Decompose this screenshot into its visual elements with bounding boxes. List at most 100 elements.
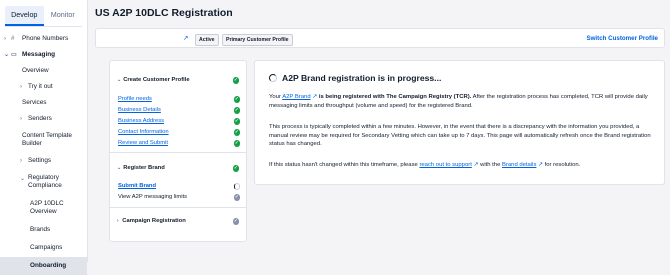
page-title: US A2P 10DLC Registration [95, 7, 233, 19]
section-header[interactable]: ⌄ Register Brand ✓ [117, 165, 239, 172]
check-circle-icon: ✓ [233, 107, 240, 114]
sidebar-item-label: Regulatory Compliance [28, 174, 62, 189]
paragraph-text: with the [480, 162, 501, 168]
step-item[interactable]: Profile needs ✓ [118, 96, 240, 103]
sidebar-item-messaging[interactable]: ⌄ ▭ Messaging [0, 47, 87, 63]
step-link[interactable]: Submit Brand [118, 183, 156, 189]
status-paragraph-2: This process is typically completed with… [269, 123, 659, 149]
status-badge: Active [195, 34, 219, 46]
tab-develop[interactable]: Develop [5, 6, 44, 26]
paragraph-text: Your [269, 94, 281, 100]
step-item[interactable]: Submit Brand [118, 183, 240, 190]
sidebar-item-label: Brands [30, 226, 51, 233]
sidebar-item-label: Onboarding [30, 262, 67, 269]
section-title: Create Customer Profile [123, 77, 190, 83]
check-circle-icon: ✓ [233, 118, 240, 125]
step-item[interactable]: Contact Information ✓ [118, 129, 240, 136]
external-link-icon[interactable]: ↗ [536, 162, 543, 168]
chat-icon: ▭ [11, 52, 17, 58]
status-paragraph-1: Your A2P Brand ↗ is being registered wit… [269, 93, 659, 110]
sidebar-item-settings[interactable]: › Settings [0, 153, 87, 169]
chevron-right-icon: › [4, 36, 6, 42]
chevron-down-icon: ⌄ [20, 176, 26, 182]
chevron-right-icon: › [117, 218, 119, 224]
chevron-right-icon: › [20, 158, 22, 164]
sidebar-item-senders[interactable]: › Senders [0, 111, 87, 127]
check-circle-icon: ✓ [232, 77, 239, 84]
sidebar-item-label: Campaigns [30, 244, 63, 251]
step-item[interactable]: Review and Submit ✓ [118, 140, 240, 147]
chevron-down-icon: ⌄ [117, 165, 122, 171]
sidebar-item-try-it-out[interactable]: › Try it out [0, 79, 87, 95]
sidebar: Develop Monitor › # Phone Numbers ⌄ ▭ Me… [0, 0, 88, 275]
step-link[interactable]: Business Address [118, 118, 164, 124]
sidebar-item-services[interactable]: Services [0, 95, 87, 111]
sidebar-item-label: Senders [28, 115, 52, 122]
step-item[interactable]: Business Address ✓ [118, 118, 240, 125]
sidebar-item-label: Try it out [28, 83, 53, 90]
sidebar-item-label: Overview [22, 67, 49, 74]
section-title: Register Brand [123, 165, 165, 171]
step-item: View A2P messaging limits ✓ [118, 194, 240, 201]
section-title: Campaign Registration [122, 218, 186, 224]
check-circle-icon: ✓ [233, 129, 240, 136]
sidebar-tabs: Develop Monitor [5, 6, 82, 27]
chevron-down-icon: ⌄ [4, 52, 10, 58]
sidebar-item-brands[interactable]: Brands [0, 221, 87, 239]
paragraph-text: If this status hasn't changed within thi… [269, 162, 418, 168]
sidebar-item-label: Content Template Builder [22, 132, 72, 147]
profile-type-badge: Primary Customer Profile [222, 34, 293, 46]
brand-details-link[interactable]: Brand details [502, 162, 536, 168]
paragraph-bold-text: is being registered with The Campaign Re… [318, 94, 472, 100]
status-heading-text: A2P Brand registration is in progress... [282, 73, 442, 83]
sidebar-item-label: Services [22, 99, 47, 106]
loading-spinner-icon [233, 183, 240, 190]
status-paragraph-3: If this status hasn't changed within thi… [269, 161, 659, 170]
step-link[interactable]: Review and Submit [118, 140, 168, 146]
customer-profile-bar: ↗ Active Primary Customer Profile Switch… [95, 28, 665, 48]
sidebar-item-label: Phone Numbers [22, 35, 69, 42]
external-link-icon[interactable]: ↗ [311, 94, 317, 100]
external-link-icon[interactable]: ↗ [472, 162, 478, 168]
external-link-icon[interactable]: ↗ [183, 34, 188, 42]
sidebar-item-regulatory-compliance[interactable]: ⌄ Regulatory Compliance [0, 169, 87, 195]
loading-spinner-icon [269, 74, 277, 82]
check-circle-icon: ✓ [232, 165, 239, 172]
status-heading: A2P Brand registration is in progress... [269, 73, 441, 83]
main-content: US A2P 10DLC Registration ↗ Active Prima… [88, 0, 670, 262]
chevron-right-icon: › [20, 116, 22, 122]
sidebar-item-label: Messaging [22, 51, 56, 58]
chevron-right-icon: › [20, 84, 22, 90]
step-link[interactable]: Contact Information [118, 129, 169, 135]
chevron-down-icon: ⌄ [117, 77, 122, 83]
registration-steps-card: ⌄ Create Customer Profile ✓ Profile needs… [109, 60, 247, 242]
section-header[interactable]: › Campaign Registration ✓ [117, 218, 239, 225]
sidebar-item-a2p-10dlc-overview[interactable]: A2P 10DLC Overview [0, 195, 87, 221]
support-link[interactable]: reach out to support [419, 162, 471, 168]
sidebar-item-label: Settings [28, 157, 52, 164]
step-label: View A2P messaging limits [118, 194, 188, 200]
step-section-register-brand: ⌄ Register Brand ✓ Submit Brand View A2P … [110, 153, 246, 208]
sidebar-item-campaigns[interactable]: Campaigns [0, 239, 87, 257]
section-header[interactable]: ⌄ Create Customer Profile ✓ [117, 77, 239, 84]
check-circle-icon: ✓ [233, 96, 240, 103]
step-item[interactable]: Business Details ✓ [118, 107, 240, 114]
sidebar-item-onboarding[interactable]: Onboarding [0, 257, 87, 275]
check-circle-icon: ✓ [233, 194, 240, 201]
sidebar-nav: › # Phone Numbers ⌄ ▭ Messaging Overview… [0, 31, 87, 275]
step-section-campaign: › Campaign Registration ✓ [110, 208, 246, 238]
sidebar-item-phone-numbers[interactable]: › # Phone Numbers [0, 31, 87, 47]
check-circle-icon: ✓ [233, 140, 240, 147]
switch-customer-profile-link[interactable]: Switch Customer Profile [586, 35, 658, 42]
step-link[interactable]: Business Details [118, 107, 161, 113]
step-link[interactable]: Profile needs [118, 96, 152, 102]
a2p-brand-link[interactable]: A2P Brand [282, 94, 310, 100]
sidebar-item-content-template-builder[interactable]: Content Template Builder [0, 127, 87, 153]
check-circle-icon: ✓ [232, 218, 239, 225]
step-section-create-profile: ⌄ Create Customer Profile ✓ Profile needs… [110, 61, 246, 153]
sidebar-item-overview[interactable]: Overview [0, 63, 87, 79]
registration-status-card: A2P Brand registration is in progress...… [254, 60, 665, 185]
paragraph-text: This process is typically completed with… [269, 124, 651, 148]
tab-monitor[interactable]: Monitor [44, 6, 83, 26]
sidebar-item-label: A2P 10DLC Overview [30, 200, 64, 215]
